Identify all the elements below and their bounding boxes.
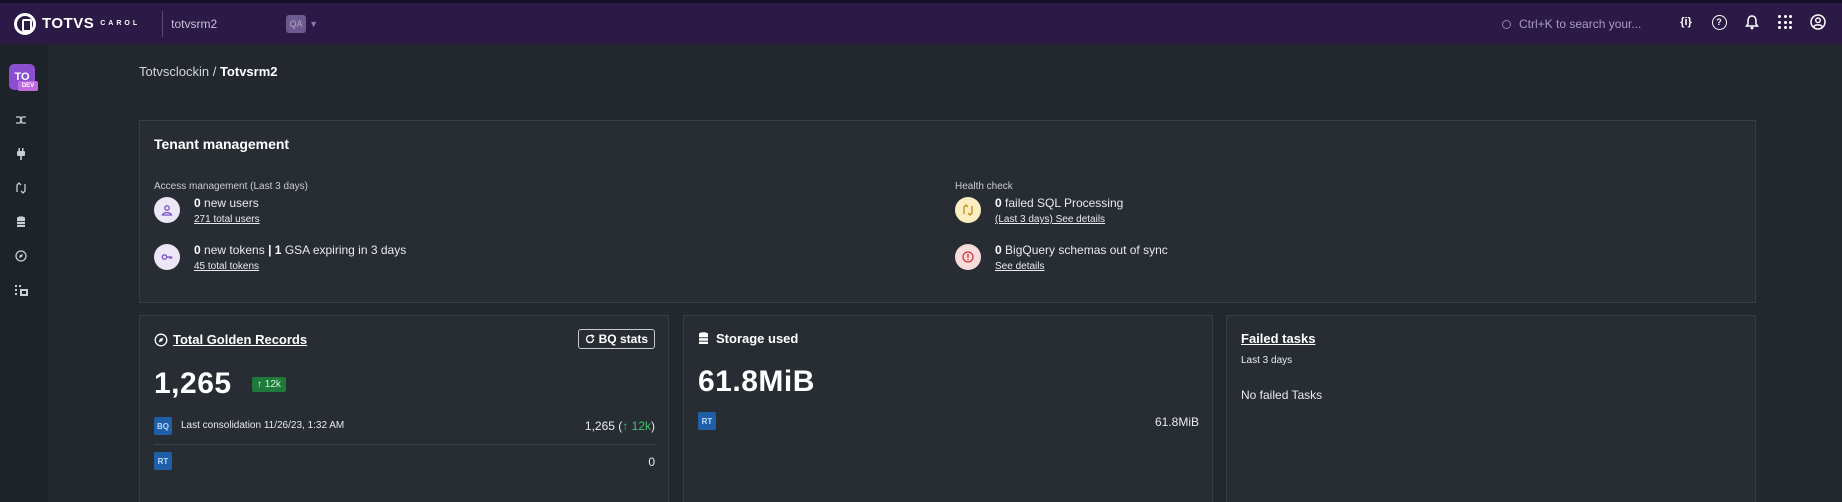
environment-chip[interactable]: QA: [286, 14, 307, 33]
breadcrumb: Totvsclockin / Totvsrm2: [139, 64, 278, 79]
gsa-count: 1: [274, 243, 282, 257]
apps-icon[interactable]: [14, 283, 28, 297]
failed-sql-summary: 0 failed SQL Processing: [995, 196, 1123, 210]
bq-value: 1,265: [584, 419, 615, 433]
sql-see-details-link[interactable]: (Last 3 days) See details: [995, 214, 1105, 225]
logo-text: TOTVS: [42, 15, 95, 32]
failed-tasks-title[interactable]: Failed tasks: [1241, 331, 1315, 346]
total-users-link[interactable]: 271 total users: [194, 214, 260, 225]
failed-tasks-subtitle: Last 3 days: [1241, 355, 1293, 366]
bq-value-row: 1,265 (↑ 12k): [584, 419, 655, 433]
user-icon[interactable]: [1809, 13, 1827, 31]
bq-delta: 12k: [631, 419, 651, 433]
tenant-selector[interactable]: totvsrm2: [171, 17, 286, 31]
plug-icon[interactable]: [14, 147, 28, 161]
golden-records-title-text: Total Golden Records: [173, 332, 308, 347]
apps-grid-icon[interactable]: [1776, 13, 1794, 31]
golden-records-title[interactable]: Total Golden Records: [154, 332, 307, 347]
storage-used-title-text: Storage used: [716, 331, 799, 346]
rt-tag: RT: [154, 452, 172, 470]
failed-sql-count: 0: [995, 196, 1002, 210]
new-tokens-count: 0: [194, 243, 201, 257]
bq-tag: BQ: [154, 417, 172, 435]
separator: |: [268, 243, 272, 257]
data-flow-icon[interactable]: [14, 181, 28, 195]
new-users-text: new users: [204, 196, 259, 210]
logo-subtext: CAROL: [100, 20, 141, 27]
divider: [154, 444, 656, 445]
breadcrumb-current: Totvsrm2: [219, 64, 278, 79]
bigquery-see-details-link[interactable]: See details: [995, 261, 1044, 272]
bq-stats-label: BQ stats: [598, 332, 648, 346]
storage-used-card: Storage used 61.8MiB RT 61.8MiB: [683, 315, 1213, 502]
sql-processing-icon: [955, 197, 981, 223]
failed-tasks-card: Failed tasks Last 3 days No failed Tasks: [1226, 315, 1756, 502]
connectors-icon[interactable]: [14, 113, 28, 127]
failed-sql-text: failed SQL Processing: [1005, 196, 1124, 210]
new-tokens-summary: 0 new tokens | 1 GSA expiring in 3 days: [194, 243, 406, 257]
new-users-summary: 0 new users: [194, 196, 259, 210]
gsa-text: GSA expiring in 3 days: [284, 243, 407, 257]
database-icon: [699, 332, 708, 344]
breadcrumb-separator: /: [212, 64, 217, 79]
bq-stats-button[interactable]: BQ stats: [577, 329, 655, 349]
database-icon[interactable]: [14, 215, 28, 229]
explore-icon[interactable]: [14, 249, 28, 263]
access-management-label: Access management (Last 3 days): [154, 181, 308, 192]
bigquery-sync-count: 0: [995, 243, 1002, 257]
key-icon: [154, 244, 180, 270]
sidebar: TO DEV: [0, 44, 48, 502]
chevron-down-icon[interactable]: ▼: [309, 19, 318, 29]
environment-badge: DEV: [18, 81, 38, 91]
rt-tag: RT: [698, 412, 716, 430]
panel-title: Tenant management: [154, 136, 290, 152]
bigquery-sync-summary: 0 BigQuery schemas out of sync: [995, 243, 1168, 257]
api-icon[interactable]: {i}: [1677, 13, 1695, 31]
golden-records-total: 1,265: [154, 367, 232, 400]
help-icon[interactable]: ?: [1710, 13, 1728, 31]
tenant-management-panel: Tenant management Access management (Las…: [139, 120, 1756, 303]
totvs-carol-logo[interactable]: TOTVS CAROL: [14, 3, 140, 44]
alert-icon: [955, 244, 981, 270]
arrow-up-icon: ↑: [622, 419, 629, 433]
top-navigation-bar: TOTVS CAROL totvsrm2 QA ▼ Ctrl+K to sear…: [0, 0, 1842, 44]
search-placeholder: Ctrl+K to search your...: [1519, 17, 1642, 31]
storage-used-title: Storage used: [698, 331, 798, 346]
new-tokens-text: new tokens: [204, 243, 265, 257]
refresh-icon: [585, 334, 595, 344]
breadcrumb-parent[interactable]: Totvsclockin: [139, 64, 209, 79]
rt-storage-value: 61.8MiB: [1154, 415, 1199, 429]
bigquery-sync-text: BigQuery schemas out of sync: [1005, 243, 1168, 257]
rt-value: 0: [648, 455, 655, 469]
no-failed-tasks-message: No failed Tasks: [1241, 388, 1323, 402]
user-icon: [154, 197, 180, 223]
arrow-up-icon: ↑: [257, 379, 262, 390]
golden-records-card: Total Golden Records BQ stats 1,265 ↑ 12…: [139, 315, 669, 502]
search-input[interactable]: Ctrl+K to search your...: [1502, 17, 1641, 31]
explore-icon: [154, 333, 168, 346]
divider: [162, 10, 164, 37]
total-tokens-link[interactable]: 45 total tokens: [194, 261, 259, 272]
golden-records-delta: 12k: [264, 379, 281, 390]
bell-icon[interactable]: [1743, 13, 1761, 31]
golden-records-delta-badge: ↑ 12k: [252, 377, 286, 392]
last-consolidation-label: Last consolidation 11/26/23, 1:32 AM: [181, 420, 345, 431]
storage-total: 61.8MiB: [698, 365, 815, 398]
totvs-logo-icon: [14, 12, 36, 35]
search-icon: [1502, 19, 1511, 29]
health-check-label: Health check: [955, 181, 1013, 192]
new-users-count: 0: [194, 196, 201, 210]
